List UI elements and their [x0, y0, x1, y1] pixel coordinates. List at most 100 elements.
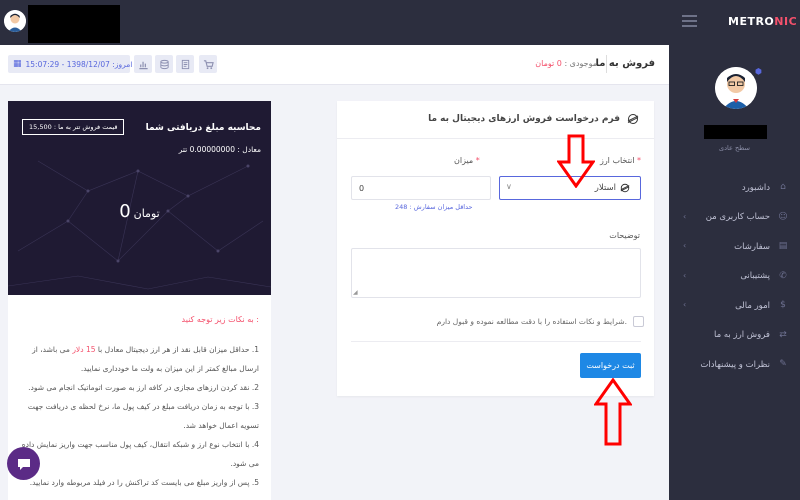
chevron-left-icon: ‹: [683, 300, 687, 309]
support-icon: ✆: [779, 270, 787, 281]
note-text: 1. حداقل میزان قابل نقد از هر ارز دیجیتا…: [95, 345, 259, 354]
brand-logo[interactable]: METRONIC: [728, 15, 797, 28]
chevron-left-icon: ‹: [683, 241, 687, 250]
tether-price-badge: قیمت فروش تتر به ما : 15,500: [22, 119, 125, 135]
list-item: 4. با انتخاب نوع ارز و شبکه انتقال، کیف …: [14, 435, 259, 473]
chart-button[interactable]: [134, 55, 152, 73]
note-highlight: 15 دلار: [72, 345, 96, 354]
sidebar-item-orders[interactable]: ‹ سفارشات ▤: [669, 232, 800, 262]
hamburger-line: [682, 25, 697, 27]
tether-equivalent: معادل : 0.00000000 تتر: [178, 145, 261, 154]
header-username-redacted: [28, 5, 120, 43]
note-text: 2. نقد کردن ارزهای مجازی در کافه ارز به …: [28, 383, 259, 392]
receive-calculator-card: قیمت فروش تتر به ما : 15,500 محاسبه مبلغ…: [8, 101, 271, 295]
form-header: فرم درخواست فروش ارزهای دیجیتال به ما: [337, 101, 654, 139]
chevron-left-icon: ‹: [683, 270, 687, 280]
profile-level: سطح عادی: [719, 144, 750, 152]
sidebar-item-finance[interactable]: ‹ امور مالی $: [669, 291, 800, 321]
sidebar-item-label: نظرات و پیشنهادات: [700, 359, 770, 370]
chat-button[interactable]: [7, 447, 40, 480]
amount-input-value: 0: [359, 183, 365, 193]
calc-title: محاسبه مبلغ دریافتی شما: [145, 123, 261, 133]
profile-name-redacted: [704, 125, 767, 139]
sidebar-item-label: پشتیبانی: [740, 271, 770, 282]
sidebar-item-account[interactable]: ‹ حساب کاربری من ☺: [669, 203, 800, 233]
note-text: 4. با انتخاب نوع ارز و شبکه انتقال، کیف …: [21, 440, 259, 468]
list-item: 2. نقد کردن ارزهای مجازی در کافه ارز به …: [14, 378, 259, 397]
hamburger-line: [682, 15, 697, 17]
notes-label: توضیحات: [609, 231, 640, 240]
total-amount-unit: تومان: [133, 207, 160, 220]
date-text: امروز: 1398/12/07 - 15:07:29: [25, 59, 133, 69]
amount-label-text: میزان: [454, 156, 474, 165]
logo-accent-text: NIC: [774, 15, 798, 28]
subheader: فروش به ما موجودی : 0 تومان ▦ امروز: 139…: [0, 45, 669, 85]
submit-request-button[interactable]: ثبت درخواست: [580, 353, 641, 378]
chevron-down-icon: ∨: [506, 182, 512, 191]
header-avatar[interactable]: [4, 10, 26, 32]
chart-icon: [138, 61, 148, 69]
user-icon: ☺: [778, 211, 788, 222]
chat-icon: [17, 458, 30, 470]
balance-label: موجودی :: [564, 59, 597, 68]
sidebar-item-label: حساب کاربری من: [705, 212, 770, 223]
menu-toggle-button[interactable]: [682, 15, 697, 27]
currency-selected-value: استلار: [594, 183, 616, 193]
amount-label: میزان *: [454, 156, 480, 165]
hamburger-line: [682, 20, 697, 22]
sidebar-item-label: سفارشات: [734, 241, 770, 252]
list-item: 5. پس از واریز مبلغ می بایست کد تراکنش ر…: [14, 473, 259, 492]
note-text: 5. پس از واریز مبلغ می بایست کد تراکنش ر…: [29, 478, 259, 487]
total-amount-value: 0: [119, 201, 131, 222]
list-item: 3. با توجه به زمان دریافت مبلغ در کیف پو…: [14, 397, 259, 435]
sidebar-menu: داشبورد ⌂ ‹ حساب کاربری من ☺ ‹ سفارشات ▤…: [669, 173, 800, 380]
notes-list: 1. حداقل میزان قابل نقد از هر ارز دیجیتا…: [14, 340, 259, 492]
chevron-left-icon: ‹: [683, 211, 687, 221]
balance-display: موجودی : 0 تومان: [535, 59, 597, 68]
terms-checkbox[interactable]: [633, 316, 644, 327]
sidebar-item-sell[interactable]: فروش ارز به ما ⇄: [669, 321, 800, 351]
verified-badge-icon: ⬢: [755, 67, 762, 76]
sidebar-item-label: فروش ارز به ما: [714, 330, 770, 341]
user-avatar-icon: [4, 10, 26, 32]
required-mark: *: [475, 156, 480, 165]
user-avatar-icon: [715, 67, 757, 109]
amount-input[interactable]: 0: [351, 176, 491, 200]
sell-request-form: فرم درخواست فروش ارزهای دیجیتال به ما ان…: [337, 101, 654, 396]
resize-handle-icon[interactable]: ◢: [353, 289, 358, 296]
min-order-hint: حداقل میزان سفارش : 248: [395, 203, 473, 211]
balance-value: 0 تومان: [535, 59, 562, 68]
required-mark: *: [637, 156, 641, 165]
terms-row: شرایط و نکات استفاده را با دقت مطالعه نم…: [437, 316, 644, 327]
notes-textarea[interactable]: ◢: [351, 248, 641, 298]
sidebar-item-support[interactable]: ‹ پشتیبانی ✆: [669, 262, 800, 292]
sidebar-item-label: امور مالی: [735, 300, 770, 311]
sidebar-item-feedback[interactable]: نظرات و پیشنهادات ✎: [669, 350, 800, 380]
logo-main-text: METRO: [728, 15, 775, 28]
finance-icon: $: [780, 300, 786, 310]
sell-icon: ⇄: [779, 329, 787, 340]
total-amount: 0 تومان: [8, 201, 271, 222]
sidebar-item-label: داشبورد: [741, 182, 770, 193]
list-item: 1. حداقل میزان قابل نقد از هر ارز دیجیتا…: [14, 340, 259, 378]
notes-card: به نکات زیر توجه کنید : 1. حداقل میزان ق…: [8, 295, 271, 500]
orders-icon: ▤: [778, 241, 788, 251]
profile-avatar[interactable]: [715, 67, 757, 109]
stellar-icon: [620, 183, 630, 196]
cart-button[interactable]: [199, 55, 217, 73]
form-divider: [351, 341, 641, 342]
title-divider: [606, 55, 607, 73]
docs-icon: [181, 59, 189, 69]
cart-icon: [203, 59, 214, 69]
page-title: فروش به ما: [595, 58, 655, 69]
stellar-icon: [627, 113, 639, 125]
date-display: ▦ امروز: 1398/12/07 - 15:07:29: [8, 55, 133, 73]
docs-button[interactable]: [176, 55, 194, 73]
coins-icon: [159, 59, 169, 69]
currency-label: انتخاب ارز *: [600, 156, 641, 165]
coins-button[interactable]: [155, 55, 173, 73]
sidebar-item-dashboard[interactable]: داشبورد ⌂: [669, 173, 800, 203]
currency-label-text: انتخاب ارز: [599, 156, 635, 165]
dashboard-icon: ⌂: [780, 182, 786, 192]
note-text: 3. با توجه به زمان دریافت مبلغ در کیف پو…: [27, 402, 259, 430]
